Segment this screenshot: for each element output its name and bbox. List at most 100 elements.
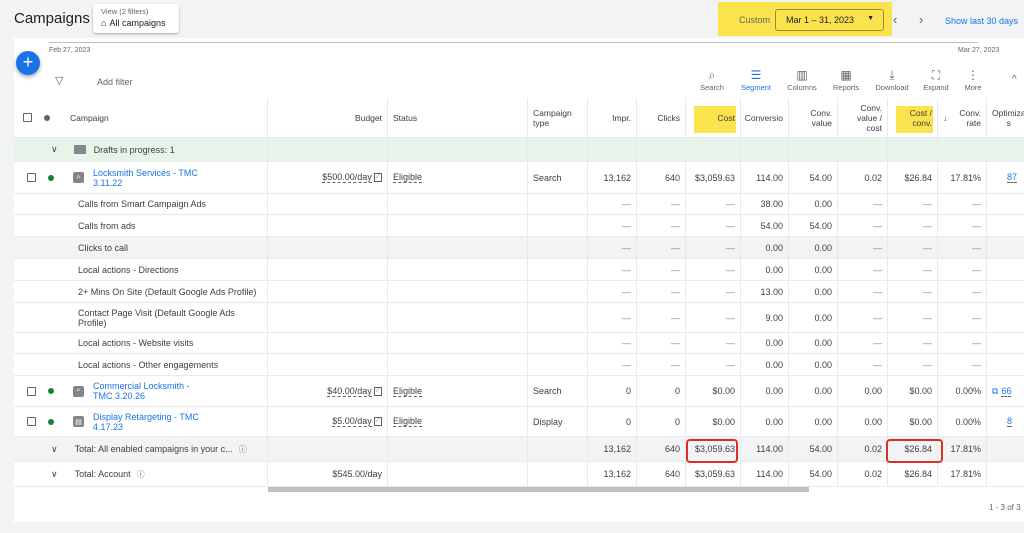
budget-value[interactable]: $40.00/day [327, 386, 372, 397]
column-header-label: Impr. [612, 112, 631, 123]
status-value[interactable]: Eligible [393, 416, 423, 427]
enabled-status-dot[interactable] [48, 174, 54, 181]
metric-value: 0.00% [955, 386, 981, 396]
empty-value: — [972, 264, 981, 275]
segment-row: 2+ Mins On Site (Default Google Ads Prof… [14, 281, 1024, 303]
empty-value: — [671, 220, 680, 231]
optimization-score-link[interactable]: 66 [1001, 386, 1012, 397]
total-label: Total: Account [74, 469, 131, 479]
empty-value: — [972, 199, 981, 209]
optimization-score-link[interactable]: 87 [1007, 172, 1018, 183]
more-button[interactable]: ⋮ More [953, 68, 993, 92]
chevron-right-icon[interactable]: › [919, 12, 923, 27]
segment-label: Calls from Smart Campaign Ads [78, 199, 207, 209]
sort-arrow-icon[interactable]: ↓ [943, 113, 947, 123]
expand-icon: ⛶ [931, 68, 941, 82]
column-header[interactable]: ↓ Conv. rate [938, 98, 987, 137]
column-header[interactable]: Conv. value [789, 98, 838, 137]
campaign-name-link[interactable]: Locksmith Services - TMC 3.11.22 [93, 168, 211, 188]
budget-chart-icon[interactable]: ⟋ [373, 417, 382, 426]
search-icon: ⌕ [708, 68, 716, 82]
cost-per-conv-annotation-box [886, 439, 943, 463]
budget-chart-icon[interactable]: ⟋ [373, 173, 382, 182]
row-checkbox[interactable] [27, 417, 36, 426]
column-header[interactable]: Campaign type [528, 98, 588, 137]
filter-icon[interactable]: ▽ [55, 74, 63, 87]
segment-row: Clicks to call — — — 0.00 0.00 — — — [14, 237, 1024, 259]
segment-conv-value: 0.00 [814, 264, 832, 275]
recommendation-icon: ⧉ [992, 385, 999, 396]
column-header[interactable]: Conversio [741, 98, 789, 137]
download-button[interactable]: ⤓ Download [872, 68, 912, 92]
campaign-name-link[interactable]: Commercial Locksmith - TMC 3.20.26 [93, 381, 211, 401]
horizontal-scrollbar[interactable] [268, 487, 809, 492]
empty-value: — [671, 312, 680, 323]
create-button[interactable]: + [16, 51, 40, 75]
empty-value: — [726, 220, 735, 231]
chevron-down-icon[interactable]: ∨ [51, 144, 58, 155]
show-last-30-days-link[interactable]: Show last 30 days [945, 16, 1018, 26]
metric-value: 0 [674, 416, 680, 427]
row-checkbox[interactable] [27, 173, 36, 182]
empty-value: — [726, 264, 735, 275]
segment-conv-value: 0.00 [814, 312, 832, 323]
search-campaign-icon: ⌕ [73, 385, 84, 397]
column-header[interactable]: Cost / conv. [888, 98, 938, 137]
campaign-type: Search [533, 172, 562, 183]
cost-annotation-box [686, 439, 738, 463]
chevron-down-icon[interactable]: ∨ [51, 444, 58, 455]
budget-value[interactable]: $5.00/day [332, 416, 372, 427]
column-header[interactable]: Campaign [14, 98, 268, 137]
segment-button[interactable]: ☰ Segment [736, 68, 776, 92]
campaign-name-link[interactable]: Display Retargeting - TMC 4.17.23 [93, 412, 211, 432]
chevron-left-icon[interactable]: ‹ [893, 12, 897, 27]
empty-value: — [726, 199, 735, 209]
view-selector[interactable]: View (2 filters) ⌂ All campaigns [93, 4, 179, 33]
select-all-checkbox[interactable] [23, 113, 32, 122]
empty-value: — [622, 286, 631, 297]
date-range-dropdown[interactable]: Mar 1 – 31, 2023 ▼ [775, 9, 884, 31]
row-checkbox[interactable] [27, 386, 36, 396]
empty-value: — [923, 338, 932, 348]
column-header[interactable]: Conv. value / cost [838, 98, 888, 137]
segment-label: 2+ Mins On Site (Default Google Ads Prof… [78, 286, 257, 297]
optimization-score-link[interactable]: 8 [1007, 416, 1013, 427]
column-header[interactable]: Budget [268, 98, 388, 137]
metric-value: 0 [625, 416, 631, 427]
status-value[interactable]: Eligible [393, 386, 423, 397]
empty-value: — [726, 242, 735, 253]
search-button[interactable]: ⌕ Search [692, 68, 732, 92]
chevron-up-icon[interactable]: ^ [1012, 74, 1017, 85]
help-icon[interactable]: ⓘ [137, 469, 145, 480]
segment-conversions: 0.00 [765, 242, 783, 253]
status-value[interactable]: Eligible [393, 172, 423, 183]
help-icon[interactable]: ⓘ [239, 444, 247, 455]
add-filter-button[interactable]: Add filter [97, 77, 133, 87]
budget-value[interactable]: $500.00/day [322, 172, 372, 183]
budget-chart-icon[interactable]: ⟋ [373, 386, 382, 396]
empty-value: — [923, 242, 932, 253]
empty-value: — [923, 286, 932, 297]
column-header[interactable]: Impr. [588, 98, 637, 137]
column-header[interactable]: Status [388, 98, 528, 137]
segment-row: Calls from Smart Campaign Ads — — — 38.00 0.0… [14, 194, 1024, 215]
chevron-down-icon[interactable]: ∨ [51, 469, 58, 480]
enabled-status-dot[interactable] [48, 418, 54, 425]
column-header[interactable]: Clicks [637, 98, 686, 137]
columns-icon: ▥ [796, 68, 808, 82]
more-icon: ⋮ [967, 68, 979, 82]
empty-value: — [622, 220, 631, 231]
segment-label: Local actions - Website visits [78, 338, 194, 348]
total-value: 640 [664, 469, 680, 479]
columns-button[interactable]: ▥ Columns [782, 68, 822, 92]
reports-button[interactable]: ▦ Reports [826, 68, 866, 92]
column-header[interactable]: Cost [686, 98, 741, 137]
metric-value: 13,162 [603, 172, 631, 183]
timeline-bar[interactable] [49, 42, 978, 43]
segment-label: Clicks to call [78, 242, 129, 253]
column-header[interactable]: Optimiza s [987, 98, 1024, 137]
empty-value: — [972, 220, 981, 231]
enabled-status-dot[interactable] [48, 388, 54, 394]
campaign-row: ⌕ Locksmith Services - TMC 3.11.22 $500.00… [14, 162, 1024, 194]
expand-button[interactable]: ⛶ Expand [916, 68, 956, 92]
